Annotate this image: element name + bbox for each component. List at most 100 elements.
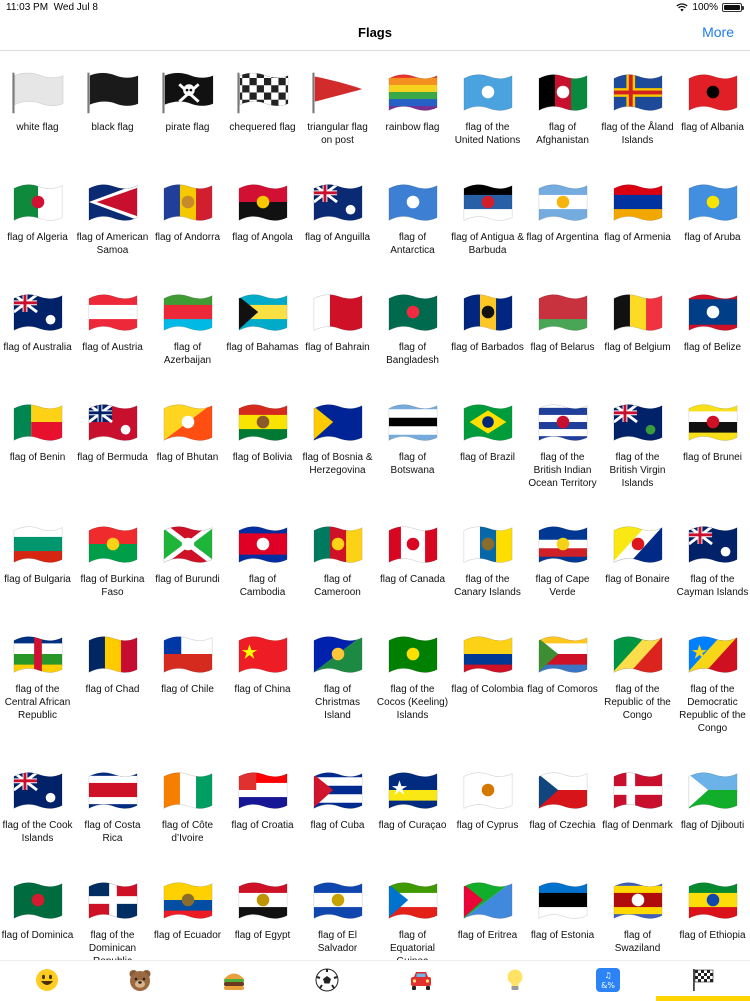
flag-emoji-cell[interactable]: flag of Angola <box>225 180 300 244</box>
flag-emoji-cell[interactable]: black flag <box>75 70 150 134</box>
flag-emoji-cell[interactable]: flag of Denmark <box>600 768 675 832</box>
flag-emoji-cell[interactable]: flag of Antarctica <box>375 180 450 257</box>
flag-emoji-cell[interactable]: flag of Costa Rica <box>75 768 150 845</box>
flag-emoji-cell[interactable]: triangular flag on post <box>300 70 375 147</box>
flag-emoji-cell[interactable]: flag of Cuba <box>300 768 375 832</box>
flag-emoji-cell[interactable]: flag of the Cayman Islands <box>675 522 750 599</box>
flag-emoji-cell[interactable]: flag of Andorra <box>150 180 225 244</box>
flag-emoji-cell[interactable]: flag of the Canary Islands <box>450 522 525 599</box>
flag-emoji-cell[interactable]: flag of Afghanistan <box>525 70 600 147</box>
flag-emoji-cell[interactable]: flag of Croatia <box>225 768 300 832</box>
tab-smileys[interactable] <box>34 967 60 993</box>
tab-objects[interactable] <box>502 967 528 993</box>
flag-emoji-cell[interactable]: flag of Bhutan <box>150 400 225 464</box>
flag-emoji-cell[interactable]: flag of Cyprus <box>450 768 525 832</box>
flag-emoji-cell[interactable]: flag of Cape Verde <box>525 522 600 599</box>
flag-emoji-cell[interactable]: flag of the Republic of the Congo <box>600 632 675 722</box>
flag-image <box>238 184 287 221</box>
flag-emoji-cell[interactable]: flag of Eritrea <box>450 878 525 942</box>
flag-emoji-cell[interactable]: flag of Antigua & Barbuda <box>450 180 525 257</box>
flag-emoji-cell[interactable]: flag of Ecuador <box>150 878 225 942</box>
flag-emoji-cell[interactable]: flag of Curaçao <box>375 768 450 832</box>
flag-emoji-cell[interactable]: flag of Canada <box>375 522 450 586</box>
flag-emoji-cell[interactable]: flag of Algeria <box>0 180 75 244</box>
flag-emoji-cell[interactable]: flag of Brazil <box>450 400 525 464</box>
flag-emoji-cell[interactable]: flag of Christmas Island <box>300 632 375 722</box>
flag-emoji-cell[interactable]: flag of Belarus <box>525 290 600 354</box>
flag-emoji-cell[interactable]: flag of Ethiopia <box>675 878 750 942</box>
flag-label: flag of Eritrea <box>457 930 518 941</box>
flag-emoji-cell[interactable]: flag of Argentina <box>525 180 600 244</box>
flag-emoji-cell[interactable]: flag of Benin <box>0 400 75 464</box>
tab-activity[interactable] <box>314 967 340 993</box>
tab-flags[interactable] <box>690 967 716 993</box>
tab-travel[interactable] <box>408 967 434 993</box>
flag-emoji-cell[interactable]: flag of the Cocos (Keeling) Islands <box>375 632 450 722</box>
flag-emoji-cell[interactable]: flag of Chile <box>150 632 225 696</box>
flag-emoji-cell[interactable]: flag of Bonaire <box>600 522 675 586</box>
flag-emoji-cell[interactable]: flag of the Democratic Republic of the C… <box>675 632 750 735</box>
flag-emoji-cell[interactable]: flag of Burkina Faso <box>75 522 150 599</box>
flag-emoji-cell[interactable]: flag of Brunei <box>675 400 750 464</box>
flag-emoji-cell[interactable]: flag of Botswana <box>375 400 450 477</box>
flag-image <box>313 882 362 919</box>
flag-emoji-cell[interactable]: flag of Australia <box>0 290 75 354</box>
flag-emoji-cell[interactable]: flag of Barbados <box>450 290 525 354</box>
more-button[interactable]: More <box>702 24 734 40</box>
flag-emoji-cell[interactable]: flag of Estonia <box>525 878 600 942</box>
flag-emoji-cell[interactable]: flag of Austria <box>75 290 150 354</box>
flag-emoji-cell[interactable]: flag of Bahamas <box>225 290 300 354</box>
flag-label: flag of Cuba <box>310 820 365 831</box>
flag-emoji-cell[interactable]: flag of the British Virgin Islands <box>600 400 675 490</box>
flag-emoji-cell[interactable]: flag of Czechia <box>525 768 600 832</box>
flag-emoji-cell[interactable]: flag of Equatorial Guinea <box>375 878 450 960</box>
tab-animals[interactable] <box>127 967 153 993</box>
flag-image <box>388 636 437 673</box>
flag-emoji-cell[interactable]: flag of Côte d’Ivoire <box>150 768 225 845</box>
flag-emoji-cell[interactable]: flag of El Salvador <box>300 878 375 955</box>
flag-emoji-cell[interactable]: flag of Azerbaijan <box>150 290 225 367</box>
flag-emoji-cell[interactable]: flag of Comoros <box>525 632 600 696</box>
flag-emoji-cell[interactable]: flag of American Samoa <box>75 180 150 257</box>
flag-emoji-cell[interactable]: flag of the Dominican Republic <box>75 878 150 960</box>
flag-emoji-cell[interactable]: flag of Belgium <box>600 290 675 354</box>
flag-emoji-cell[interactable]: flag of the Åland Islands <box>600 70 675 147</box>
flag-emoji-cell[interactable]: flag of Bosnia & Herzegovina <box>300 400 375 477</box>
flag-emoji-cell[interactable]: flag of the Cook Islands <box>0 768 75 845</box>
flag-emoji-cell[interactable]: flag of China <box>225 632 300 696</box>
flag-emoji-cell[interactable]: flag of Bulgaria <box>0 522 75 586</box>
tab-symbols[interactable]: ♫ &% <box>595 967 621 993</box>
flag-label: flag of Burundi <box>155 574 220 585</box>
flag-label: flag of Dominica <box>1 930 74 941</box>
flag-emoji-cell[interactable]: flag of Bermuda <box>75 400 150 464</box>
flag-emoji-cell[interactable]: flag of Egypt <box>225 878 300 942</box>
flag-emoji-cell[interactable]: flag of Cameroon <box>300 522 375 599</box>
tab-food[interactable] <box>221 967 247 993</box>
flag-image <box>613 74 662 111</box>
flag-emoji-cell[interactable]: flag of Cambodia <box>225 522 300 599</box>
flag-emoji-cell[interactable]: flag of Chad <box>75 632 150 696</box>
flag-label: flag of the Dominican Republic <box>88 930 137 960</box>
flag-emoji-cell[interactable]: flag of Aruba <box>675 180 750 244</box>
flag-emoji-cell[interactable]: flag of Armenia <box>600 180 675 244</box>
flag-image <box>388 294 437 331</box>
flag-emoji-cell[interactable]: white flag <box>0 70 75 134</box>
flag-emoji-cell[interactable]: flag of Colombia <box>450 632 525 696</box>
flag-emoji-cell[interactable]: flag of the Central African Republic <box>0 632 75 722</box>
flag-emoji-cell[interactable]: flag of Bangladesh <box>375 290 450 367</box>
flag-emoji-cell[interactable]: flag of Albania <box>675 70 750 134</box>
flag-emoji-cell[interactable]: flag of Burundi <box>150 522 225 586</box>
flag-emoji-cell[interactable]: flag of the British Indian Ocean Territo… <box>525 400 600 490</box>
flag-emoji-cell[interactable]: flag of Bahrain <box>300 290 375 354</box>
flag-emoji-cell[interactable]: flag of Anguilla <box>300 180 375 244</box>
flag-emoji-cell[interactable]: flag of Djibouti <box>675 768 750 832</box>
flag-emoji-cell[interactable]: flag of Bolivia <box>225 400 300 464</box>
flag-emoji-cell[interactable]: flag of the United Nations <box>450 70 525 147</box>
flag-emoji-cell[interactable]: pirate flag <box>150 70 225 134</box>
flag-emoji-cell[interactable]: chequered flag <box>225 70 300 134</box>
flag-label: flag of Aruba <box>684 232 741 243</box>
flag-emoji-cell[interactable]: flag of Swaziland <box>600 878 675 955</box>
flag-emoji-cell[interactable]: flag of Dominica <box>0 878 75 942</box>
flag-emoji-cell[interactable]: rainbow flag <box>375 70 450 134</box>
flag-emoji-cell[interactable]: flag of Belize <box>675 290 750 354</box>
